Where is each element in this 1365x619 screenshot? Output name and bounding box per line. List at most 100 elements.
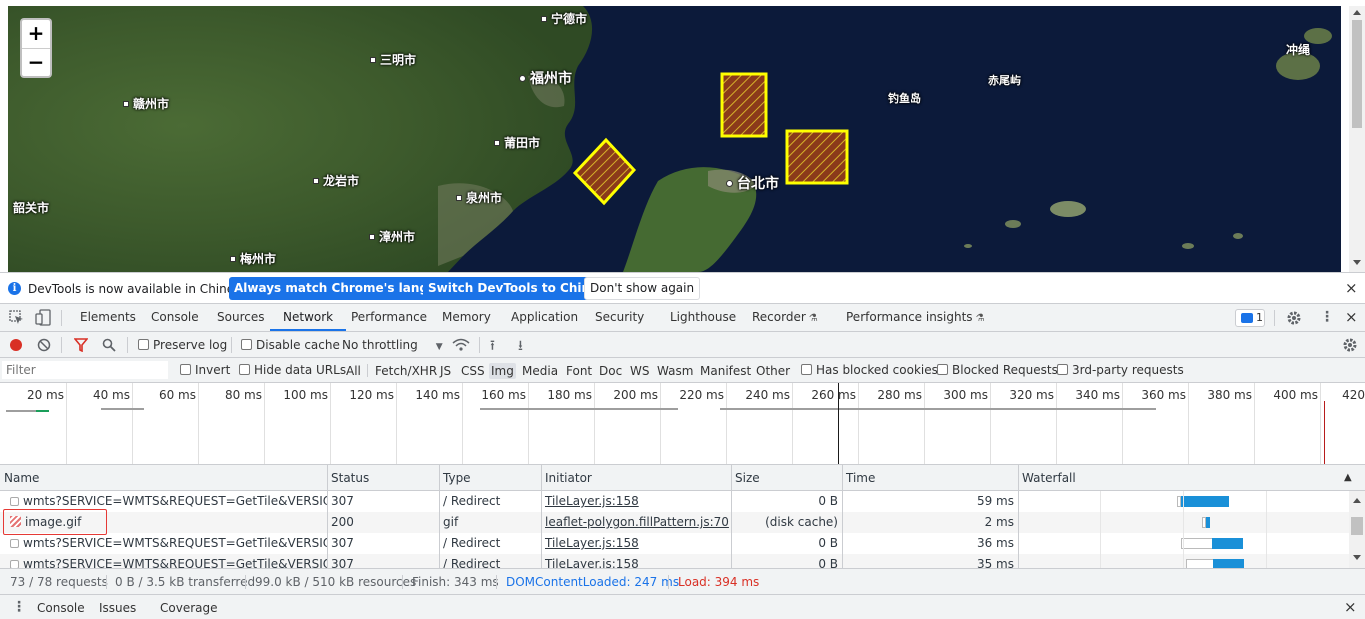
issues-counter[interactable]: 1 (1235, 309, 1265, 327)
close-devtools-icon[interactable]: × (1345, 310, 1358, 325)
overview-tick-label: 400 ms (1273, 388, 1318, 402)
filter-input[interactable] (2, 361, 168, 379)
overview-gridline (1254, 383, 1255, 464)
column-header-size[interactable]: Size (731, 465, 842, 491)
request-count: 73 / 78 requests (10, 575, 108, 589)
overview-tick-label: 320 ms (1009, 388, 1054, 402)
throttling-select[interactable]: No throttling ▼ (342, 338, 443, 352)
drawer-tab-coverage[interactable]: Coverage (160, 601, 218, 615)
network-overview[interactable]: 20 ms 40 ms 60 ms 80 ms 100 ms 120 ms 140 ms 16… (0, 383, 1365, 465)
filter-type-ws[interactable]: WS (630, 363, 649, 379)
zoom-in-button[interactable]: + (22, 20, 50, 48)
tab-application[interactable]: Application (511, 304, 578, 331)
scroll-down-icon[interactable] (1353, 260, 1361, 265)
device-toolbar-icon[interactable] (35, 309, 51, 326)
tab-elements[interactable]: Elements (80, 304, 136, 331)
page-scrollbar[interactable] (1349, 6, 1365, 272)
city-label: 漳州市 (369, 230, 415, 244)
search-icon[interactable] (102, 338, 116, 352)
satellite-imagery (8, 6, 1341, 272)
devtools-drawer-tabs: ⋮ Console Issues Coverage × (0, 595, 1365, 619)
load-marker (1324, 401, 1325, 464)
close-drawer-icon[interactable]: × (1344, 600, 1357, 615)
column-header-initiator[interactable]: Initiator (541, 465, 731, 491)
record-icon[interactable] (10, 339, 22, 351)
scrollbar-thumb[interactable] (1351, 517, 1363, 535)
filter-type-font[interactable]: Font (566, 363, 592, 379)
drawer-tab-console[interactable]: Console (37, 601, 85, 615)
table-row[interactable]: wmts?SERVICE=WMTS&REQUEST=GetTile&VERSIO… (0, 554, 1349, 568)
column-header-status[interactable]: Status (327, 465, 439, 491)
filter-type-css[interactable]: CSS (461, 363, 485, 379)
network-settings-gear-icon[interactable] (1342, 337, 1358, 353)
filter-type-all[interactable]: All (346, 363, 361, 379)
overview-gridline (1056, 383, 1057, 464)
column-header-name[interactable]: Name (0, 465, 327, 491)
network-conditions-icon[interactable] (452, 337, 470, 353)
disable-cache-checkbox[interactable]: Disable cache (241, 338, 340, 352)
tab-lighthouse[interactable]: Lighthouse (670, 304, 736, 331)
tab-recorder[interactable]: Recorder ⚗ (752, 304, 818, 331)
tab-console[interactable]: Console (151, 304, 199, 331)
table-row[interactable]: wmts?SERVICE=WMTS&REQUEST=GetTile&VERSIO… (0, 491, 1349, 512)
overview-tick-label: 200 ms (613, 388, 658, 402)
scroll-down-icon[interactable] (1353, 555, 1361, 560)
filter-type-img[interactable]: Img (489, 363, 516, 379)
dont-show-again-button[interactable]: Don't show again (584, 277, 701, 300)
scrollbar-thumb[interactable] (1352, 20, 1362, 128)
overview-gridline (330, 383, 331, 464)
drawer-tab-issues[interactable]: Issues (99, 601, 136, 615)
table-row[interactable]: wmts?SERVICE=WMTS&REQUEST=GetTile&VERSIO… (0, 533, 1349, 554)
hide-data-urls-checkbox[interactable]: Hide data URLs (239, 363, 346, 377)
city-label: 韶关市 (13, 201, 50, 215)
map-view[interactable]: + − 宁德市 三明市 福州市 赣州市 莆田市 龙岩市 泉州市 韶关市 漳州市 … (8, 6, 1341, 272)
has-blocked-cookies-checkbox[interactable]: Has blocked cookies (801, 363, 938, 377)
inspect-element-icon[interactable] (9, 310, 24, 325)
filter-type-wasm[interactable]: Wasm (657, 363, 693, 379)
overview-tick-label: 120 ms (349, 388, 394, 402)
overview-gridline (264, 383, 265, 464)
tab-memory[interactable]: Memory (442, 304, 491, 331)
column-header-waterfall[interactable]: Waterfall ▲ (1018, 465, 1365, 491)
network-request-table: Name Status Type Initiator Size Time Wat… (0, 465, 1365, 568)
filter-type-js[interactable]: JS (440, 363, 451, 379)
tab-security[interactable]: Security (595, 304, 644, 331)
hatched-polygon (785, 129, 849, 185)
third-party-requests-checkbox[interactable]: 3rd-party requests (1057, 363, 1184, 377)
preserve-log-checkbox[interactable]: Preserve log (138, 338, 227, 352)
filter-type-other[interactable]: Other (756, 363, 790, 379)
overview-gridline (396, 383, 397, 464)
city-label: 三明市 (370, 53, 416, 67)
invert-checkbox[interactable]: Invert (180, 363, 230, 377)
more-options-icon[interactable]: ⋮ (1320, 309, 1334, 325)
filter-type-media[interactable]: Media (522, 363, 558, 379)
column-header-type[interactable]: Type (439, 465, 541, 491)
tab-network[interactable]: Network (270, 304, 347, 331)
zoom-out-button[interactable]: − (22, 48, 50, 76)
filter-type-manifest[interactable]: Manifest (700, 363, 751, 379)
overview-tick-label: 360 ms (1141, 388, 1186, 402)
clear-icon[interactable] (37, 338, 51, 352)
table-row[interactable]: image.gif 200 gif leaflet-polygon.fillPa… (0, 512, 1349, 533)
filter-icon[interactable] (74, 338, 88, 352)
export-har-icon[interactable]: ⭳ (518, 335, 523, 359)
scroll-up-icon[interactable] (1353, 498, 1361, 503)
overview-tick-label: 420 (1342, 388, 1365, 402)
table-scrollbar[interactable] (1349, 491, 1365, 568)
network-summary-bar: 73 / 78 requests 0 B / 3.5 kB transferre… (0, 568, 1365, 595)
transferred-size: 0 B / 3.5 kB transferred (115, 575, 256, 589)
settings-gear-icon[interactable] (1286, 310, 1302, 326)
drawer-menu-icon[interactable]: ⋮ (12, 599, 26, 615)
blocked-requests-checkbox[interactable]: Blocked Requests (937, 363, 1058, 377)
column-header-time[interactable]: Time (842, 465, 1018, 491)
scroll-up-icon[interactable] (1353, 10, 1361, 15)
filter-type-fetch-xhr[interactable]: Fetch/XHR (375, 363, 437, 379)
close-icon[interactable]: × (1345, 281, 1358, 296)
filter-type-doc[interactable]: Doc (599, 363, 622, 379)
overview-gridline (924, 383, 925, 464)
tab-performance[interactable]: Performance (351, 304, 427, 331)
overview-tick-label: 240 ms (745, 388, 790, 402)
tab-sources[interactable]: Sources (217, 304, 264, 331)
import-har-icon[interactable]: ⭱ (490, 335, 495, 359)
tab-performance-insights[interactable]: Performance insights ⚗ (846, 304, 985, 331)
